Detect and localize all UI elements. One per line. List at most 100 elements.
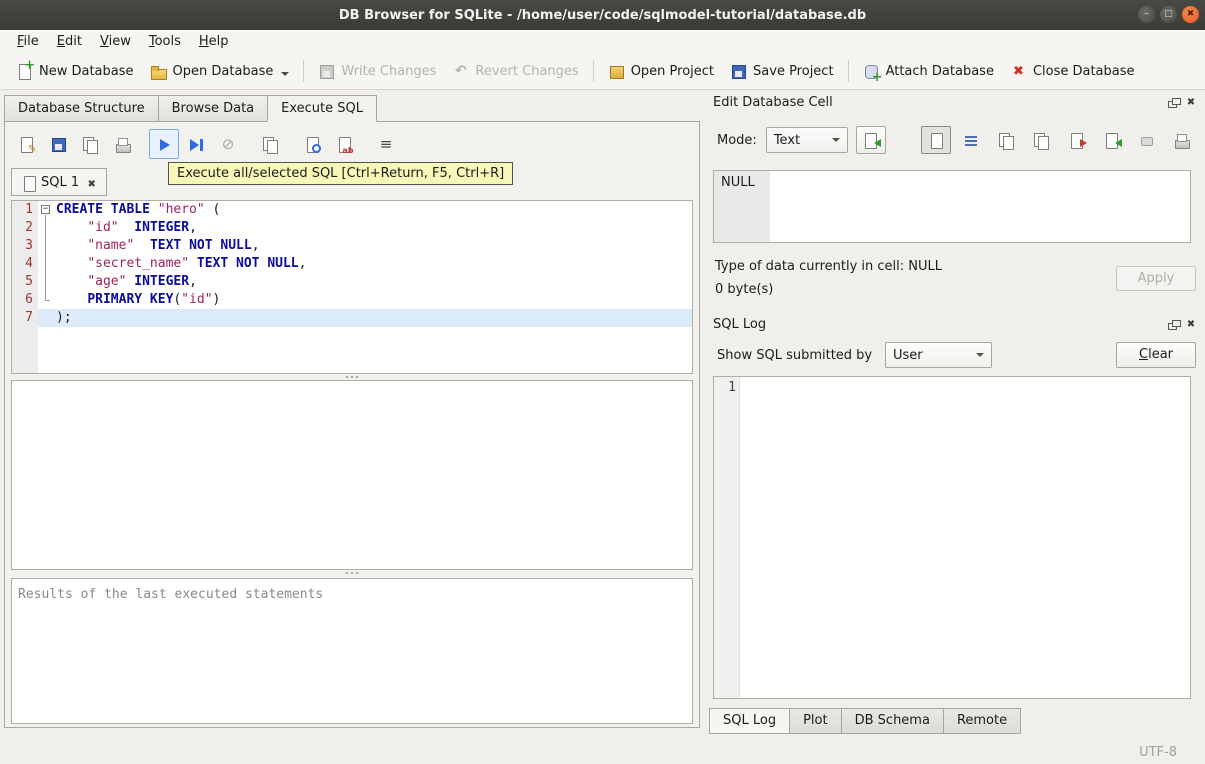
sql-toolbar: ⊘ ≡ [11,126,403,162]
tab-db-schema[interactable]: DB Schema [840,708,944,734]
menu-file[interactable]: File [8,32,48,51]
editor-line[interactable]: 2 "id" INTEGER, [12,219,692,237]
attach-database-button[interactable]: Attach Database [855,58,1002,85]
open-project-button[interactable]: Open Project [600,58,722,85]
editor-line[interactable]: 1 CREATE TABLE "hero" ( [12,201,692,219]
save-sql-file-button[interactable] [43,129,73,159]
log-line-number: 1 [728,380,736,395]
format-icon: ≡ [379,134,393,153]
tab-execute-sql[interactable]: Execute SQL [267,95,378,122]
float-dock-icon[interactable] [1166,95,1181,109]
save-project-icon [730,63,747,80]
open-database-icon [150,63,167,80]
set-null-icon [1138,132,1155,149]
close-icon[interactable] [1182,6,1199,23]
copy-button[interactable] [991,126,1021,154]
open-project-icon [608,63,625,80]
minimize-icon[interactable] [1138,6,1155,23]
execute-line-button[interactable] [181,129,211,159]
save-sql-as-button[interactable] [75,129,105,159]
toolbar-separator [592,60,594,82]
paste-icon [1033,132,1050,150]
edit-cell-dock-header: Edit Database Cell ✖ [705,92,1198,112]
menubar: File Edit View Tools Help [0,30,1205,53]
mode-select[interactable]: Text [765,127,848,153]
chevron-down-icon[interactable] [281,72,290,76]
open-sql-file-button[interactable] [11,129,41,159]
import-cell-data-button[interactable] [855,126,886,154]
execution-log[interactable]: Results of the last executed statements [11,578,693,724]
import-icon [862,132,882,149]
tab-remote[interactable]: Remote [942,708,1022,734]
editor-line[interactable]: 3 "name" TEXT NOT NULL, [12,237,692,255]
menu-tools[interactable]: Tools [140,32,190,51]
tab-plot[interactable]: Plot [789,708,842,734]
clear-log-button[interactable]: Clear [1116,342,1196,368]
close-database-icon: ✖ [1012,63,1024,79]
menu-view[interactable]: View [91,32,140,51]
apply-button: Apply [1116,266,1196,291]
cell-value-editor[interactable]: NULL [713,170,1191,243]
line-number: 6 [12,291,38,309]
close-dock-icon[interactable]: ✖ [1184,95,1198,109]
attach-database-icon [863,63,883,85]
replace-icon [336,136,354,155]
new-database-button[interactable]: New Database [8,58,142,85]
tab-database-structure[interactable]: Database Structure [4,95,159,122]
print-sql-button[interactable] [107,129,137,159]
text-mode-button[interactable] [921,126,951,154]
fold-marker-icon[interactable]: − [41,205,50,214]
save-sql-as-icon [82,136,99,154]
find-button[interactable] [297,129,327,159]
paste-button[interactable] [1026,126,1056,154]
mode-label: Mode: [717,132,757,148]
window-controls [1138,6,1199,23]
editor-line[interactable]: 4 "secret_name" TEXT NOT NULL, [12,255,692,273]
sql-log-title: SQL Log [713,316,767,332]
export-cell-button[interactable] [1061,126,1091,154]
close-tab-icon[interactable]: ✖ [86,176,97,190]
maximize-icon[interactable] [1160,6,1177,23]
line-number: 7 [12,309,38,327]
replace-button[interactable] [329,129,359,159]
line-number: 3 [12,237,38,255]
revert-changes-icon: ↶ [455,62,467,79]
export-icon [1068,132,1087,149]
export-results-button[interactable] [255,129,285,159]
encoding-indicator[interactable]: UTF-8 [1139,745,1177,760]
editor-line[interactable]: 5 "age" INTEGER, [12,273,692,291]
tooltip: Execute all/selected SQL [Ctrl+Return, F… [168,162,514,185]
save-project-button[interactable]: Save Project [722,58,842,85]
revert-changes-button: ↶ Revert Changes [444,58,586,85]
close-dock-icon[interactable]: ✖ [1184,317,1198,331]
word-wrap-button[interactable] [956,126,986,154]
format-sql-button[interactable]: ≡ [371,129,401,159]
splitter-handle[interactable] [11,570,693,576]
cell-size-info: 0 byte(s) [715,282,774,297]
export-results-icon [262,136,279,154]
open-database-button[interactable]: Open Database [142,58,298,85]
editor-line[interactable]: 7); [12,309,692,327]
menu-edit[interactable]: Edit [48,32,91,51]
float-dock-icon[interactable] [1166,317,1181,331]
tab-sql-log[interactable]: SQL Log [709,708,791,734]
results-grid[interactable] [11,380,693,570]
find-icon [304,136,321,153]
sql-log-filter-select[interactable]: User [885,342,992,368]
sql-log-dock-header: SQL Log ✖ [705,314,1198,334]
new-database-icon [16,58,35,80]
execute-line-icon [188,136,205,153]
execute-all-button[interactable] [149,129,179,159]
cell-value: NULL [721,175,755,190]
close-database-button[interactable]: ✖ Close Database [1002,58,1143,85]
editor-line[interactable]: 6 PRIMARY KEY("id") [12,291,692,309]
sql-editor-tab[interactable]: SQL 1 ✖ [11,168,108,196]
sql-log-view[interactable]: 1 [713,376,1191,699]
set-null-button[interactable] [1131,126,1161,154]
sql-editor[interactable]: − 1 CREATE TABLE "hero" (2 "id" INTEGER, 3… [11,200,693,374]
open-sql-file-icon [18,136,37,155]
import-cell-button[interactable] [1096,126,1126,154]
print-cell-button[interactable] [1166,126,1196,154]
menu-help[interactable]: Help [190,32,238,51]
tab-browse-data[interactable]: Browse Data [157,95,269,122]
